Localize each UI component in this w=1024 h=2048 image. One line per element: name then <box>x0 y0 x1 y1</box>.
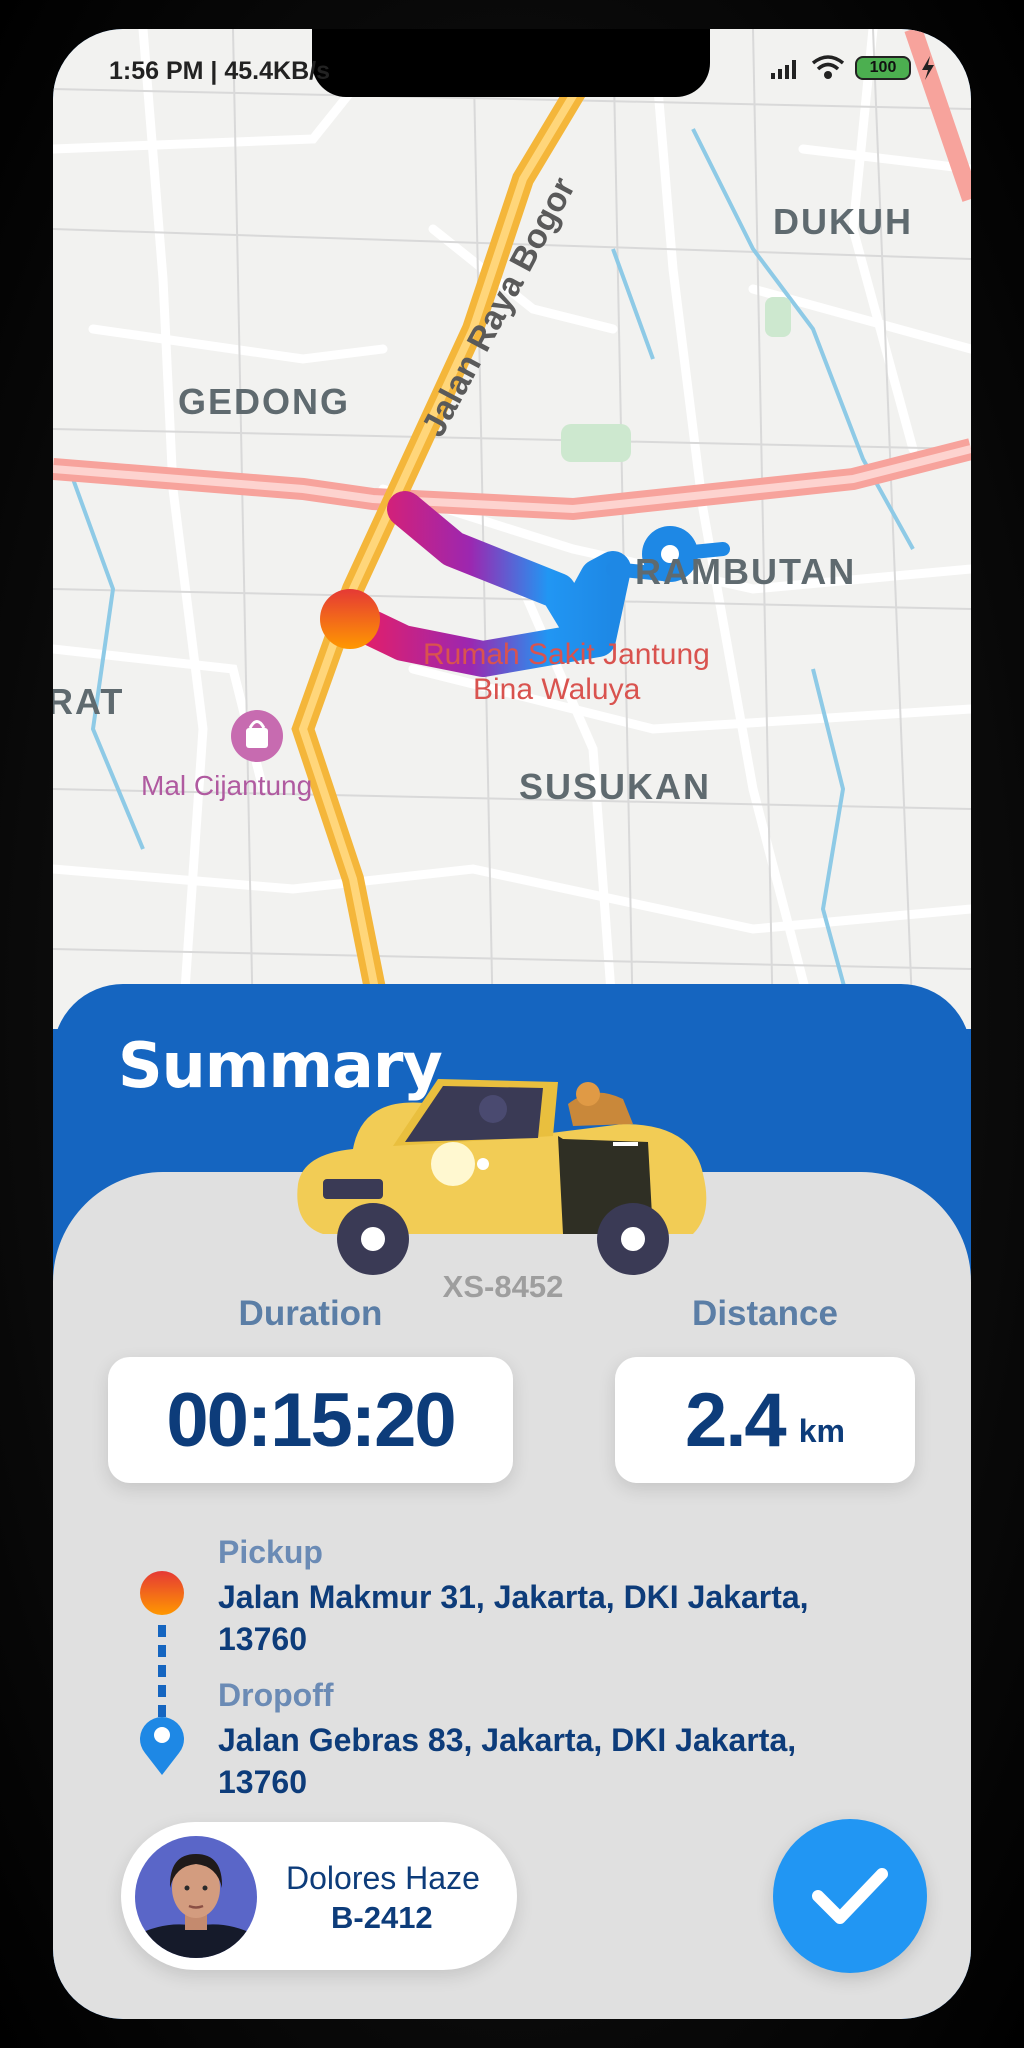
dropoff-pin-icon <box>140 1717 184 1775</box>
wifi-icon <box>811 55 845 79</box>
duration-box: 00:15:20 <box>108 1357 513 1483</box>
signal-icon <box>771 60 796 79</box>
dropoff-label: Dropoff <box>218 1677 334 1713</box>
duration-label: Duration <box>238 1294 383 1333</box>
status-icons: 100 <box>771 55 935 81</box>
charging-icon <box>922 56 934 80</box>
map-label-susukan: SUSUKAN <box>519 766 711 807</box>
car-illustration <box>293 1064 723 1289</box>
map-label-rat: RAT <box>53 681 124 722</box>
map-label-mall: Mal Cijantung <box>141 770 312 801</box>
status-time: 1:56 PM | 45.4KB/s <box>109 57 330 85</box>
pickup-label: Pickup <box>218 1534 323 1570</box>
driver-id: B-2412 <box>331 1900 433 1935</box>
driver-avatar <box>135 1836 257 1958</box>
notch <box>312 29 710 97</box>
check-icon <box>812 1868 888 1924</box>
pickup-address: Jalan Makmur 31, Jakarta, DKI Jakarta, 1… <box>218 1579 809 1657</box>
duration-value: 00:15:20 <box>166 1377 456 1463</box>
pickup-map-marker <box>320 589 380 649</box>
map-label-dukuh: DUKUH <box>773 201 913 242</box>
distance-value: 2.4 <box>685 1377 787 1463</box>
battery-icon: 100 <box>855 56 911 80</box>
distance-box: 2.4 km <box>615 1357 915 1483</box>
map-label-hospital: Rumah Sakit Jantung <box>423 638 710 671</box>
route-timeline <box>140 1571 184 1775</box>
route-map[interactable]: DUKUH GEDONG RAMBUTAN RAT SUSUKAN Jalan … <box>53 29 971 1029</box>
map-label-rambutan: RAMBUTAN <box>635 551 856 592</box>
driver-card[interactable]: Dolores Haze B-2412 <box>121 1822 517 1970</box>
confirm-button[interactable] <box>773 1819 927 1973</box>
phone-frame: DUKUH GEDONG RAMBUTAN RAT SUSUKAN Jalan … <box>53 29 971 2019</box>
map-label-gedong: GEDONG <box>178 381 350 422</box>
pickup-dot-icon <box>140 1571 184 1615</box>
dropoff-address: Jalan Gebras 83, Jakarta, DKI Jakarta, 1… <box>218 1722 797 1800</box>
distance-unit: km <box>798 1412 845 1449</box>
map-label-hospital-2: Bina Waluya <box>473 673 641 706</box>
driver-name: Dolores Haze <box>286 1860 480 1896</box>
distance-label: Distance <box>692 1294 838 1333</box>
